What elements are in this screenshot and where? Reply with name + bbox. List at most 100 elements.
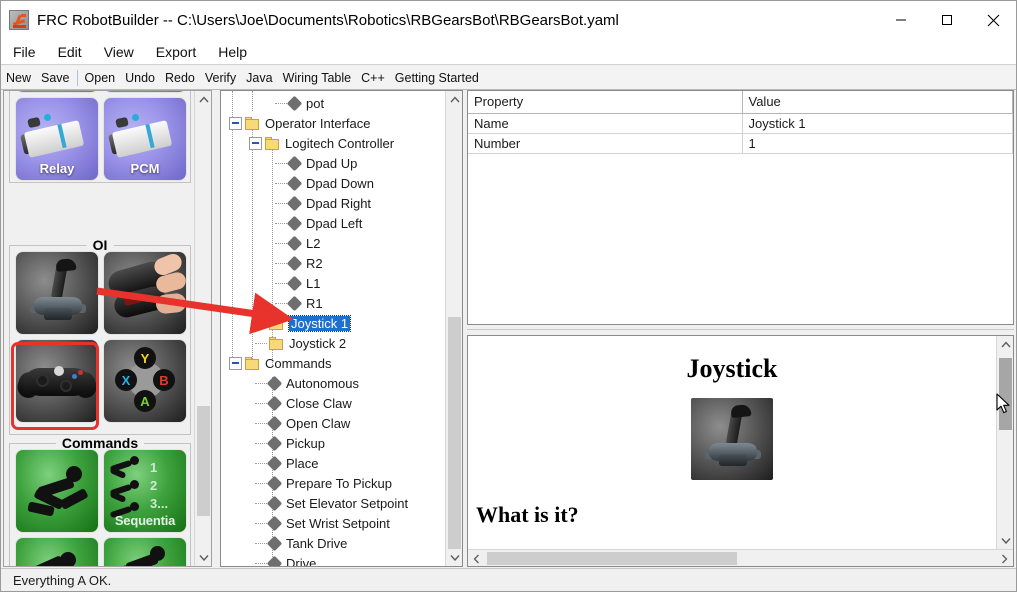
chevron-up-icon[interactable] — [195, 91, 211, 108]
tree-item-commands[interactable]: Commands — [229, 353, 331, 373]
help-hscrollbar-thumb[interactable] — [487, 552, 737, 565]
menu-item-export[interactable]: Export — [146, 41, 206, 63]
tree-collapse-handle-icon[interactable] — [249, 136, 262, 150]
maximize-icon[interactable] — [924, 1, 970, 39]
tree-guide — [275, 303, 287, 304]
toolbar-getting-started[interactable]: Getting Started — [390, 69, 484, 87]
toolbar-verify[interactable]: Verify — [200, 69, 241, 87]
chevron-down-icon[interactable] — [195, 549, 211, 566]
palette-item-hand-controller[interactable] — [104, 252, 186, 334]
tree-collapse-handle-icon[interactable] — [229, 356, 242, 370]
palette-item-cylinder[interactable] — [16, 91, 98, 92]
toolbar-cpp[interactable]: C++ — [356, 69, 390, 87]
menu-item-edit[interactable]: Edit — [48, 41, 92, 63]
menu-item-help[interactable]: Help — [208, 41, 257, 63]
tree-item-pickup[interactable]: Pickup — [266, 433, 325, 453]
horizontal-splitter[interactable] — [467, 327, 1014, 334]
tree-guide — [255, 443, 267, 444]
palette-item-pcm-1[interactable]: PCM — [104, 91, 186, 92]
tree-item-dpad-right[interactable]: Dpad Right — [286, 193, 371, 213]
tree-item-drive[interactable]: Drive — [266, 553, 316, 566]
tree-item-place[interactable]: Place — [266, 453, 319, 473]
properties-header-row: Property Value — [468, 91, 1013, 114]
tree-item-set-elevator-setpoint[interactable]: Set Elevator Setpoint — [266, 493, 408, 513]
tree-item-label: Dpad Left — [306, 215, 363, 231]
chevron-up-icon[interactable] — [997, 336, 1013, 353]
chevron-up-icon[interactable] — [446, 91, 462, 108]
help-scrollbar-thumb[interactable] — [999, 358, 1012, 430]
sequence-number-3: 3... — [150, 496, 169, 511]
tree-item-joystick-1[interactable]: Joystick 1 — [269, 313, 352, 333]
tree-item-dpad-left[interactable]: Dpad Left — [286, 213, 363, 233]
palette-item-abxy-buttons[interactable]: Y X B A — [104, 340, 186, 422]
tree-item-label: Place — [286, 455, 319, 471]
diamond-bullet-icon — [266, 495, 283, 511]
tree-item-l2[interactable]: L2 — [286, 233, 321, 253]
palette-item-command-alt-2[interactable] — [104, 538, 186, 566]
toolbar-wiring-table[interactable]: Wiring Table — [278, 69, 357, 87]
tree-item-pot[interactable]: pot — [286, 93, 324, 113]
tree-item-dpad-up[interactable]: Dpad Up — [286, 153, 357, 173]
tree-scrollbar-thumb[interactable] — [448, 317, 461, 549]
diamond-bullet-icon — [286, 95, 303, 111]
tree-item-label: Tank Drive — [286, 535, 348, 551]
chevron-down-icon[interactable] — [446, 549, 462, 566]
diamond-bullet-icon — [266, 415, 283, 431]
tree-item-joystick-2[interactable]: Joystick 2 — [269, 333, 346, 353]
tree-guide — [255, 503, 267, 504]
palette-item-joystick[interactable] — [16, 252, 98, 334]
table-row[interactable]: Number 1 — [468, 133, 1013, 154]
menu-item-file[interactable]: File — [3, 41, 46, 63]
palette-item-command-alt-1[interactable] — [16, 538, 98, 566]
toolbar-new[interactable]: New — [1, 69, 36, 87]
tree-item-label: Operator Interface — [265, 115, 371, 131]
tree-item-r1[interactable]: R1 — [286, 293, 323, 313]
tree-item-dpad-down[interactable]: Dpad Down — [286, 173, 374, 193]
property-value-cell[interactable]: 1 — [742, 133, 1013, 154]
palette-scrollbar-thumb[interactable] — [197, 406, 210, 516]
toolbar-java[interactable]: Java — [241, 69, 277, 87]
palette-scrollbar[interactable] — [194, 91, 211, 566]
tree-item-r2[interactable]: R2 — [286, 253, 323, 273]
folder-icon — [265, 136, 280, 150]
tree-guide — [255, 343, 267, 344]
toolbar-redo[interactable]: Redo — [160, 69, 200, 87]
diamond-bullet-icon — [286, 235, 303, 251]
palette-item-command[interactable] — [16, 450, 98, 532]
tree-item-autonomous[interactable]: Autonomous — [266, 373, 359, 393]
close-icon[interactable] — [970, 1, 1016, 39]
palette-item-pcm-2[interactable]: PCM — [104, 98, 186, 180]
menu-bar: File Edit View Export Help — [1, 39, 1016, 65]
tree-item-close-claw[interactable]: Close Claw — [266, 393, 352, 413]
tree-guide — [255, 403, 267, 404]
tree-item-open-claw[interactable]: Open Claw — [266, 413, 350, 433]
tree-item-set-wrist-setpoint[interactable]: Set Wrist Setpoint — [266, 513, 390, 533]
help-horizontal-scrollbar[interactable] — [468, 549, 1013, 566]
tree-item-label: Joystick 1 — [287, 314, 352, 332]
tree-item-tank-drive[interactable]: Tank Drive — [266, 533, 348, 553]
minimize-icon[interactable] — [878, 1, 924, 39]
help-vertical-scrollbar[interactable] — [996, 336, 1013, 549]
palette-item-command-group[interactable]: 1 2 3... Sequentia — [104, 450, 186, 532]
tree-item-l1[interactable]: L1 — [286, 273, 320, 293]
tree-item-prepare-to-pickup[interactable]: Prepare To Pickup — [266, 473, 392, 493]
toolbar-undo[interactable]: Undo — [120, 69, 160, 87]
menu-item-view[interactable]: View — [94, 41, 144, 63]
palette-item-gamepad[interactable] — [16, 340, 98, 422]
tree-item-operator-interface[interactable]: Operator Interface — [229, 113, 371, 133]
palette-item-relay[interactable]: Relay — [16, 98, 98, 180]
tree-item-logitech-controller[interactable]: Logitech Controller — [249, 133, 394, 153]
column-header-value: Value — [742, 91, 1013, 114]
chevron-right-icon[interactable] — [996, 550, 1013, 566]
tree-item-label: L2 — [306, 235, 321, 251]
chevron-down-icon[interactable] — [997, 532, 1013, 549]
tree-scrollbar[interactable] — [445, 91, 462, 566]
chevron-left-icon[interactable] — [468, 550, 485, 566]
palette-item-caption: Sequentia — [114, 513, 176, 528]
robot-tree[interactable]: pot Operator Interface Logitech Controller… — [221, 91, 445, 566]
table-row[interactable]: Name Joystick 1 — [468, 113, 1013, 134]
property-value-cell[interactable]: Joystick 1 — [742, 113, 1013, 134]
toolbar-open[interactable]: Open — [80, 69, 121, 87]
toolbar-save[interactable]: Save — [36, 69, 75, 87]
tree-collapse-handle-icon[interactable] — [229, 116, 242, 130]
